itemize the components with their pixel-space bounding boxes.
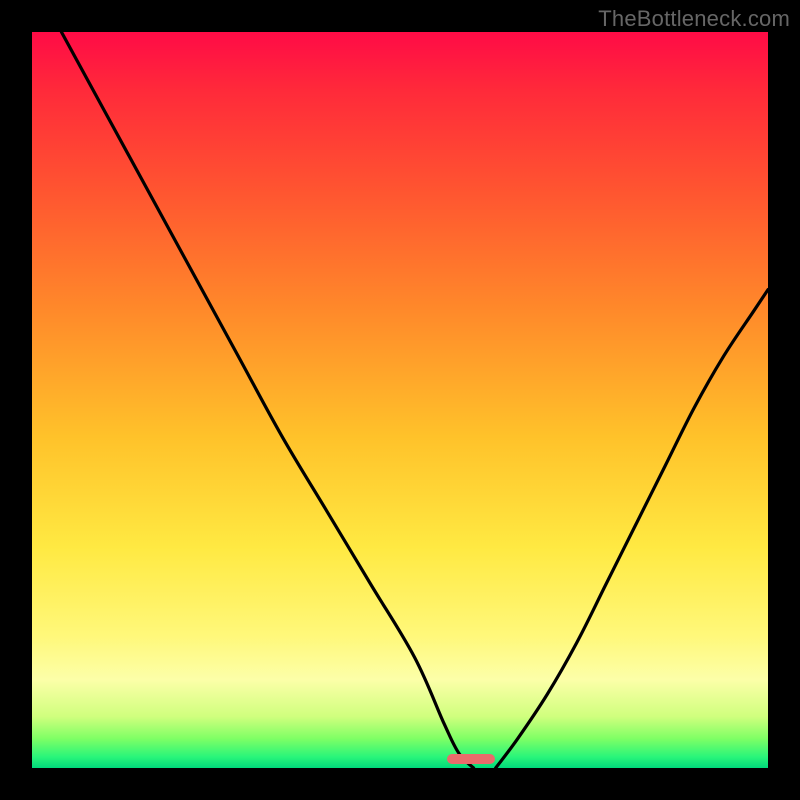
watermark-text: TheBottleneck.com: [598, 6, 790, 32]
chart-frame: TheBottleneck.com: [0, 0, 800, 800]
bottleneck-curve: [32, 32, 768, 768]
left-curve: [61, 32, 473, 768]
flat-region-marker: [447, 754, 495, 764]
right-curve: [496, 290, 768, 768]
plot-area: [32, 32, 768, 768]
